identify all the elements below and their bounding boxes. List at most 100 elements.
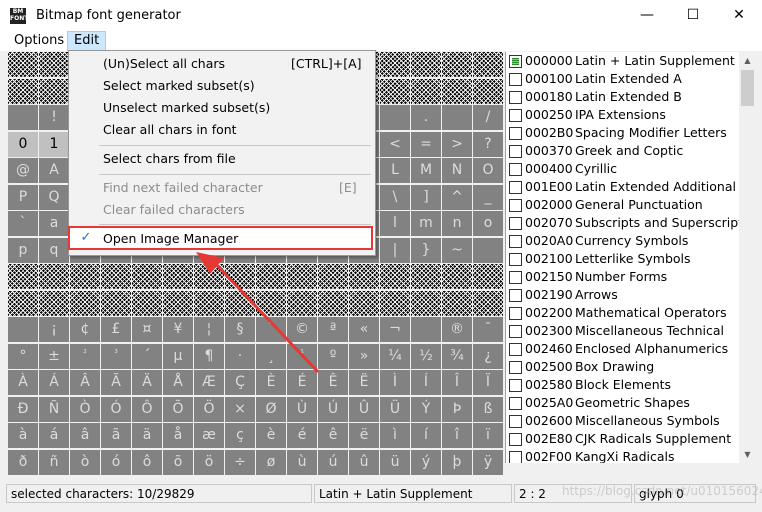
char-cell[interactable]: _: [473, 184, 503, 210]
char-cell[interactable]: Ø: [256, 396, 286, 422]
subset-checkbox[interactable]: [509, 433, 522, 446]
subset-checkbox[interactable]: [509, 127, 522, 140]
subset-checkbox[interactable]: [509, 361, 522, 374]
subset-list-item[interactable]: 000100 Latin Extended A: [506, 70, 740, 88]
subset-checkbox[interactable]: [509, 55, 522, 68]
char-cell[interactable]: ã: [101, 423, 131, 448]
char-cell[interactable]: µ: [163, 343, 193, 369]
maximize-button[interactable]: ☐: [670, 0, 716, 32]
subset-checkbox[interactable]: [509, 379, 522, 392]
close-button[interactable]: ✕: [716, 0, 762, 32]
char-cell[interactable]: ø: [256, 449, 286, 475]
char-cell[interactable]: q: [39, 237, 69, 263]
char-cell[interactable]: ²: [70, 343, 100, 369]
unavailable-char-cell[interactable]: [101, 264, 131, 289]
char-cell[interactable]: o: [473, 211, 503, 236]
unavailable-char-cell[interactable]: [380, 52, 410, 77]
char-cell[interactable]: [8, 105, 38, 130]
char-cell[interactable]: Ù: [287, 396, 317, 422]
char-cell[interactable]: ½: [411, 343, 441, 369]
subset-checkbox[interactable]: [509, 145, 522, 158]
char-cell[interactable]: L: [380, 158, 410, 183]
char-cell[interactable]: ´: [132, 343, 162, 369]
unavailable-char-cell[interactable]: [473, 290, 503, 316]
scroll-down-arrow-icon[interactable]: ▼: [739, 446, 756, 463]
char-cell[interactable]: ×: [225, 396, 255, 422]
subset-list-item[interactable]: 002150 Number Forms: [506, 268, 740, 286]
char-cell[interactable]: ¥: [163, 317, 193, 342]
unavailable-char-cell[interactable]: [380, 78, 410, 104]
char-cell[interactable]: Â: [70, 370, 100, 395]
char-cell[interactable]: M: [411, 158, 441, 183]
char-cell[interactable]: \: [380, 184, 410, 210]
char-cell[interactable]: ·: [225, 343, 255, 369]
subset-checkbox[interactable]: [509, 181, 522, 194]
subset-checkbox[interactable]: [509, 253, 522, 266]
char-cell[interactable]: a: [39, 211, 69, 236]
char-cell[interactable]: Ò: [70, 396, 100, 422]
char-cell[interactable]: è: [256, 423, 286, 448]
char-cell[interactable]: ß: [473, 396, 503, 422]
unavailable-char-cell[interactable]: [318, 264, 348, 289]
scrollbar-thumb[interactable]: [741, 70, 754, 106]
subset-checkbox[interactable]: [509, 289, 522, 302]
menu-edit[interactable]: Edit: [67, 31, 107, 51]
char-cell[interactable]: ç: [225, 423, 255, 448]
char-cell[interactable]: Ü: [380, 396, 410, 422]
subset-list-item[interactable]: 002070 Subscripts and Superscripts: [506, 214, 740, 232]
char-cell[interactable]: ¦: [194, 317, 224, 342]
subset-list-item[interactable]: 000400 Cyrillic: [506, 160, 740, 178]
unavailable-char-cell[interactable]: [39, 264, 69, 289]
scroll-up-arrow-icon[interactable]: ▲: [739, 52, 756, 69]
subset-list-item[interactable]: 000250 IPA Extensions: [506, 106, 740, 124]
char-cell[interactable]: ó: [101, 449, 131, 475]
char-cell[interactable]: !: [39, 105, 69, 130]
unavailable-char-cell[interactable]: [225, 264, 255, 289]
char-cell[interactable]: [473, 237, 503, 263]
subset-list-item[interactable]: 000370 Greek and Coptic: [506, 142, 740, 160]
char-cell[interactable]: ¶: [194, 343, 224, 369]
unavailable-char-cell[interactable]: [411, 264, 441, 289]
char-cell[interactable]: »: [349, 343, 379, 369]
char-cell[interactable]: ë: [349, 423, 379, 448]
subset-list-item[interactable]: 002300 Miscellaneous Technical: [506, 322, 740, 340]
unavailable-char-cell[interactable]: [39, 52, 69, 77]
char-cell[interactable]: Á: [39, 370, 69, 395]
subset-list-item[interactable]: 000180 Latin Extended B: [506, 88, 740, 106]
subset-list-item[interactable]: 0020A0 Currency Symbols: [506, 232, 740, 250]
char-cell[interactable]: Ö: [194, 396, 224, 422]
char-cell[interactable]: Ñ: [39, 396, 69, 422]
subset-checkbox[interactable]: [509, 343, 522, 356]
char-cell[interactable]: ä: [132, 423, 162, 448]
char-cell[interactable]: á: [39, 423, 69, 448]
char-cell[interactable]: ¿: [473, 343, 503, 369]
char-cell[interactable]: ÿ: [473, 449, 503, 475]
char-cell[interactable]: ÷: [225, 449, 255, 475]
unavailable-char-cell[interactable]: [8, 78, 38, 104]
char-cell[interactable]: .: [411, 105, 441, 130]
char-cell[interactable]: ¹: [287, 343, 317, 369]
unavailable-char-cell[interactable]: [8, 52, 38, 77]
char-cell[interactable]: Î: [442, 370, 472, 395]
char-cell[interactable]: ý: [411, 449, 441, 475]
char-cell[interactable]: ]: [411, 184, 441, 210]
char-cell[interactable]: Ì: [380, 370, 410, 395]
char-cell[interactable]: Ï: [473, 370, 503, 395]
menu-item-unselect-marked-subsets[interactable]: Unselect marked subset(s): [69, 97, 375, 119]
char-cell[interactable]: ~: [442, 237, 472, 263]
char-cell[interactable]: þ: [442, 449, 472, 475]
char-cell[interactable]: Ë: [349, 370, 379, 395]
char-cell[interactable]: Ô: [132, 396, 162, 422]
char-cell[interactable]: Ý: [411, 396, 441, 422]
subset-list-vertical-scrollbar[interactable]: ▲ ▼: [739, 52, 756, 463]
char-cell[interactable]: Ã: [101, 370, 131, 395]
char-cell[interactable]: m: [411, 211, 441, 236]
minimize-button[interactable]: —: [624, 0, 670, 32]
subset-list-item[interactable]: 002100 Letterlike Symbols: [506, 250, 740, 268]
subset-checkbox[interactable]: [509, 217, 522, 230]
char-cell[interactable]: ?: [473, 131, 503, 157]
char-cell[interactable]: n: [442, 211, 472, 236]
subset-checkbox[interactable]: [509, 451, 522, 463]
char-cell[interactable]: ¸: [256, 343, 286, 369]
char-cell[interactable]: ±: [39, 343, 69, 369]
